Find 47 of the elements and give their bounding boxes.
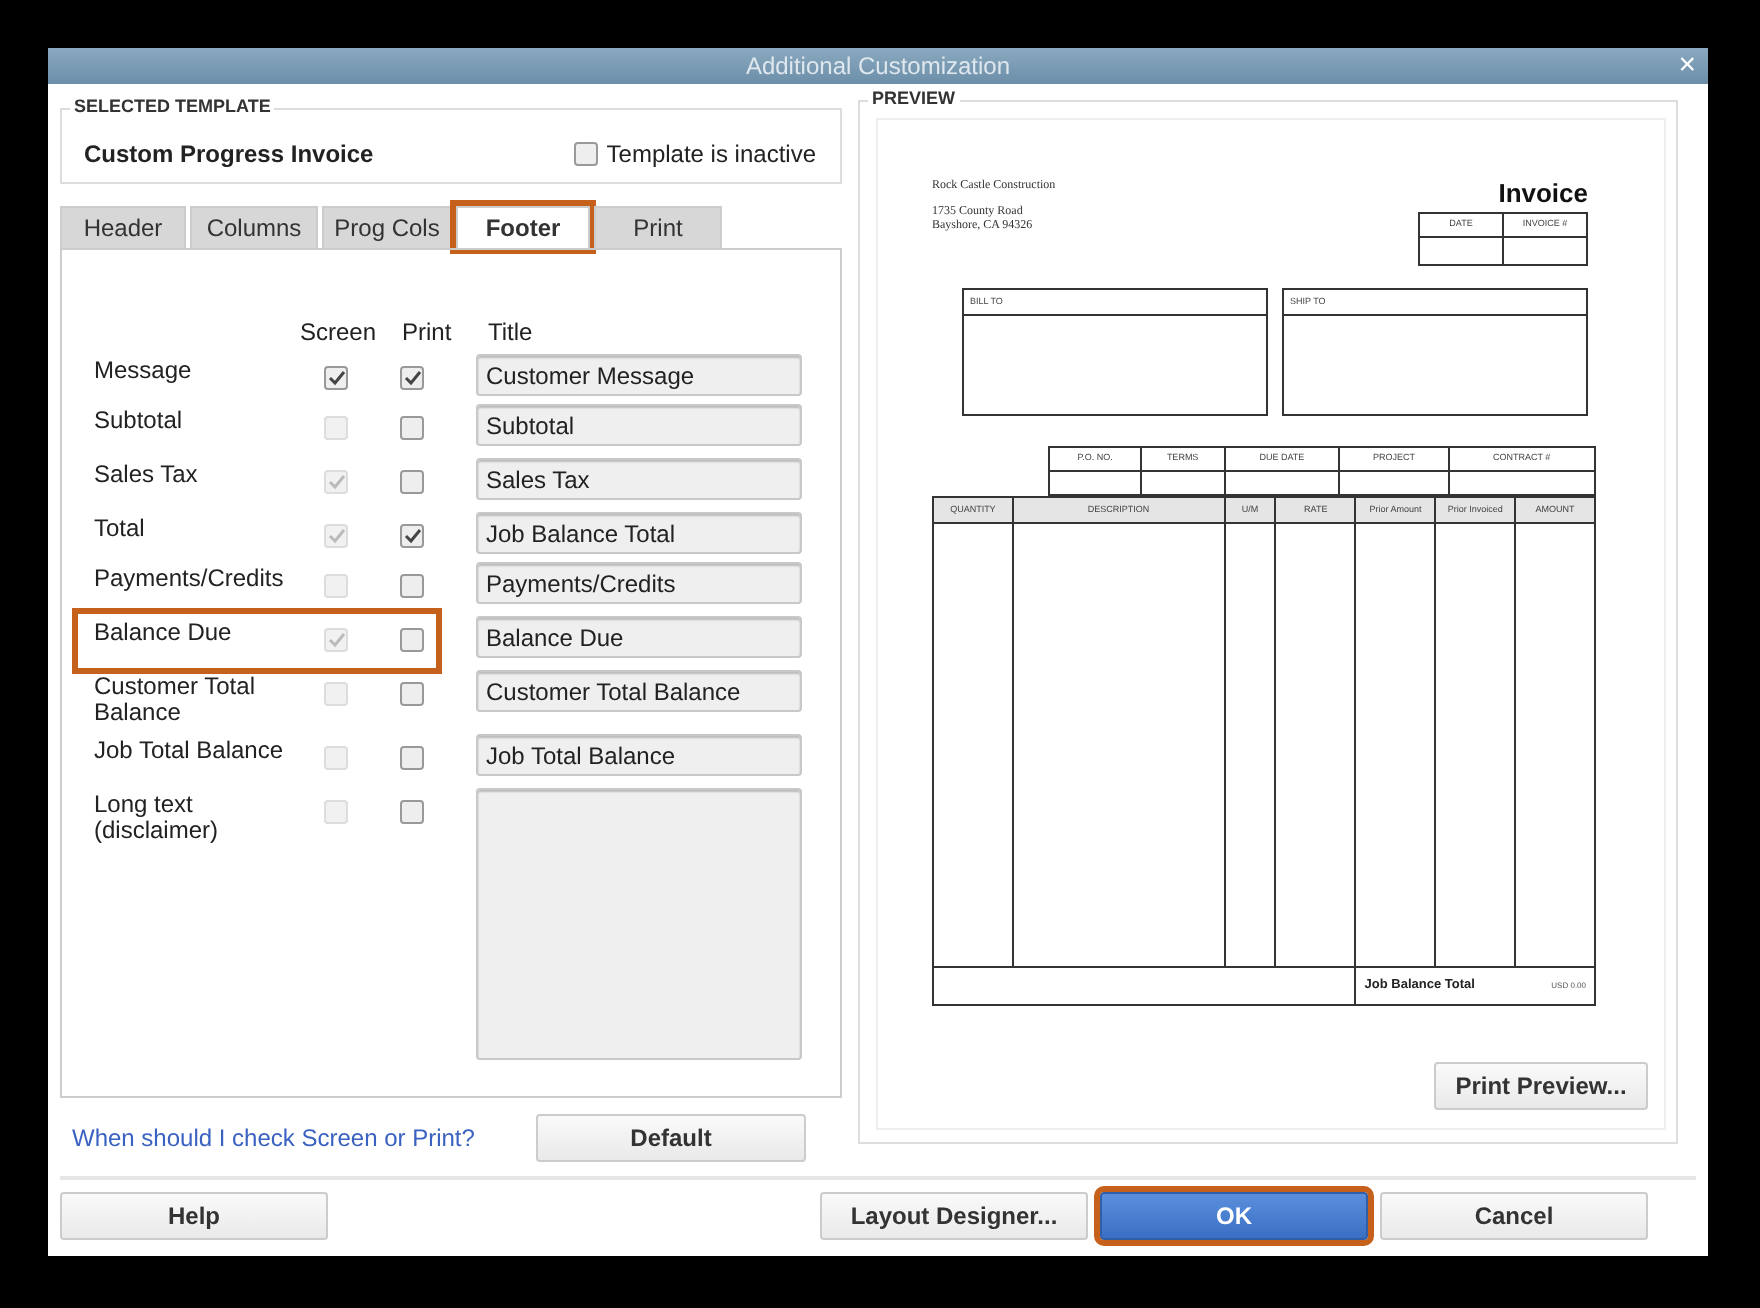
title-field[interactable]: Customer Message: [476, 354, 802, 396]
column-header: Print: [402, 316, 454, 350]
title-field[interactable]: Subtotal: [476, 404, 802, 446]
print-checkbox[interactable]: [400, 416, 424, 440]
print-checkbox[interactable]: [400, 366, 424, 390]
tab[interactable]: Prog Cols: [322, 206, 452, 248]
invoice-title: Invoice: [1498, 180, 1588, 206]
title-field[interactable]: Sales Tax: [476, 458, 802, 500]
tab[interactable]: Header: [60, 206, 186, 248]
ok-button[interactable]: OK: [1100, 1192, 1368, 1240]
window-title: Additional Customization: [745, 50, 1011, 84]
print-checkbox[interactable]: [400, 524, 424, 548]
dialog-button[interactable]: Cancel: [1380, 1192, 1648, 1240]
row-label: Long text (disclaimer): [94, 792, 221, 844]
title-field[interactable]: Customer Total Balance: [476, 670, 802, 712]
help-link[interactable]: When should I check Screen or Print?: [72, 1120, 475, 1156]
row-label: Job Total Balance: [94, 738, 286, 764]
print-checkbox[interactable]: [400, 628, 424, 652]
row-label: Sales Tax: [94, 462, 200, 488]
default-button[interactable]: Default: [536, 1114, 806, 1162]
print-checkbox[interactable]: [400, 574, 424, 598]
row-label: Payments/Credits: [94, 566, 286, 592]
dialog-button[interactable]: Layout Designer...: [820, 1192, 1088, 1240]
print-checkbox[interactable]: [400, 682, 424, 706]
checkbox-label: Template is inactive: [606, 138, 816, 172]
row-label: Message: [94, 358, 194, 384]
tab[interactable]: Columns: [190, 206, 318, 248]
row-label: Total: [94, 516, 147, 542]
print-checkbox[interactable]: [400, 470, 424, 494]
tab[interactable]: Print: [594, 206, 722, 248]
screen-checkbox[interactable]: [324, 366, 348, 390]
column-header: Screen: [300, 316, 379, 350]
tab[interactable]: Footer: [456, 206, 590, 248]
print-checkbox[interactable]: [400, 800, 424, 824]
template-name: Custom Progress Invoice: [84, 138, 374, 172]
title-field[interactable]: [476, 788, 802, 1060]
row-label: Subtotal: [94, 408, 185, 434]
column-header: Title: [488, 316, 535, 350]
row-label: Balance Due: [94, 620, 234, 646]
title-field[interactable]: Payments/Credits: [476, 562, 802, 604]
title-field[interactable]: Job Total Balance: [476, 734, 802, 776]
title-field[interactable]: Balance Due: [476, 616, 802, 658]
row-label: Customer Total Balance: [94, 674, 257, 726]
title-field[interactable]: Job Balance Total: [476, 512, 802, 554]
print-checkbox[interactable]: [400, 746, 424, 770]
print-preview-button[interactable]: Print Preview...: [1434, 1062, 1648, 1110]
dialog-button[interactable]: Help: [60, 1192, 328, 1240]
